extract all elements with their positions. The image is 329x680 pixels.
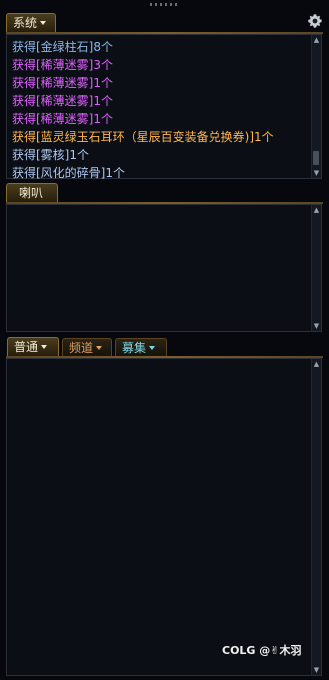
tab-normal-label: 普通	[14, 340, 39, 354]
chevron-down-icon	[96, 345, 103, 350]
scroll-thumb[interactable]	[313, 151, 319, 165]
chevron-down-icon	[41, 344, 48, 349]
tab-megaphone-label: 喇叭	[19, 186, 44, 200]
system-message-panel[interactable]: 获得[金绿柱石]8个 获得[稀薄迷雾]3个 获得[稀薄迷雾]1个 获得[稀薄迷雾]1个…	[6, 34, 322, 180]
message-line: 获得[稀薄迷雾]1个	[12, 94, 113, 108]
message-line: 获得[雾核]1个	[12, 148, 89, 162]
scroll-up-icon[interactable]: ▲	[312, 359, 321, 369]
scroll-down-icon[interactable]: ▼	[312, 321, 321, 331]
tab-channel-label: 频道	[69, 341, 94, 355]
scroll-up-icon[interactable]: ▲	[312, 205, 321, 215]
tab-recruit-label: 募集	[122, 341, 147, 355]
message-line: 获得[稀薄迷雾]1个	[12, 76, 113, 90]
tab-megaphone[interactable]: 喇叭	[6, 183, 58, 202]
scrollbar[interactable]: ▲ ▼	[311, 35, 321, 178]
tab-channel[interactable]: 频道	[62, 338, 112, 357]
scroll-down-icon[interactable]: ▼	[312, 168, 321, 178]
message-line: 获得[金绿柱石]8个	[12, 40, 113, 54]
chat-window: 系统 获得[金绿柱石]8个 获得[稀薄迷雾]3个 获得[稀薄迷雾]1个 获得[稀薄迷雾…	[0, 0, 329, 680]
scroll-up-icon[interactable]: ▲	[312, 35, 321, 45]
chevron-down-icon	[149, 345, 156, 350]
tab-system-label: 系统	[13, 16, 38, 30]
message-line: 获得[稀薄迷雾]1个	[12, 112, 113, 126]
message-line: 获得[风化的碎骨]1个	[12, 166, 125, 180]
scroll-down-icon[interactable]: ▼	[312, 665, 321, 675]
resize-grip[interactable]	[150, 3, 180, 6]
message-line: 获得[稀薄迷雾]3个	[12, 58, 113, 72]
message-line: 获得[蓝灵绿玉石耳环（星辰百变装备兑换券)]1个	[12, 130, 274, 144]
chat-panel[interactable]: ▲ ▼	[6, 358, 322, 676]
tab-normal[interactable]: 普通	[7, 337, 59, 356]
scrollbar[interactable]: ▲ ▼	[311, 205, 321, 331]
chevron-down-icon	[40, 20, 47, 25]
tab-recruit[interactable]: 募集	[115, 338, 167, 357]
scrollbar[interactable]: ▲ ▼	[311, 359, 321, 675]
megaphone-panel[interactable]: ▲ ▼	[6, 204, 322, 332]
watermark: COLG @✌木羽	[222, 644, 302, 657]
tab-system[interactable]: 系统	[6, 13, 56, 32]
gear-icon[interactable]	[307, 13, 323, 29]
